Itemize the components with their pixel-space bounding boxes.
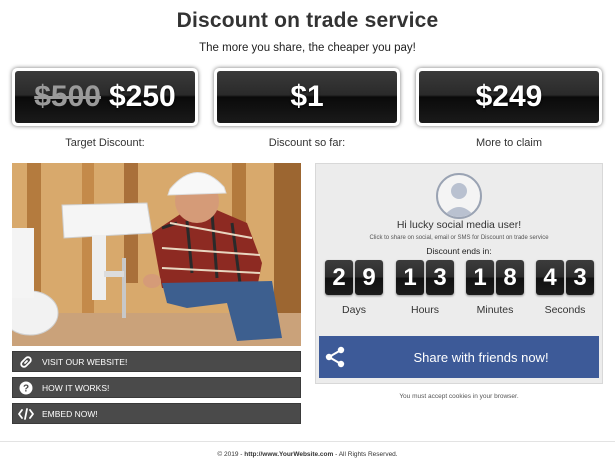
countdown-label: Discount ends in: xyxy=(426,246,492,256)
greeting: Hi lucky social media user! xyxy=(396,219,522,231)
days-label: Days xyxy=(342,304,366,316)
seconds-digit-2: 3 xyxy=(566,260,594,295)
question-icon: ? xyxy=(16,378,36,397)
minutes-label: Minutes xyxy=(476,304,514,316)
footer-url[interactable]: http://www.YourWebsite.com xyxy=(244,451,333,458)
more-to-claim-box: $249 xyxy=(416,68,602,126)
footer: © 2019 - http://www.YourWebsite.com - Al… xyxy=(0,441,615,465)
discount-so-far-box: $1 xyxy=(214,68,400,126)
more-to-claim-label: More to claim xyxy=(475,137,543,149)
minutes-digit-1: 1 xyxy=(466,260,494,295)
target-price: $250 xyxy=(109,80,176,113)
page-title: Discount on trade service xyxy=(176,9,439,32)
discount-so-far-label: Discount so far: xyxy=(268,137,346,149)
hours-digit-2: 3 xyxy=(426,260,454,295)
share-hint: Click to share on social, email or SMS f… xyxy=(369,235,549,241)
how-it-works-label: HOW IT WORKS! xyxy=(42,382,110,393)
target-discount-box: $500 $250 xyxy=(12,68,198,126)
minutes-digit-2: 8 xyxy=(496,260,524,295)
target-discount-label: Target Discount: xyxy=(65,137,145,149)
original-price: $500 xyxy=(34,80,101,113)
visit-website-button[interactable]: VISIT OUR WEBSITE! xyxy=(12,351,301,372)
code-icon xyxy=(16,404,36,423)
link-icon xyxy=(16,352,36,371)
more-to-claim-value: $249 xyxy=(475,80,543,113)
product-photo xyxy=(12,163,301,346)
seconds-digit-1: 4 xyxy=(536,260,564,295)
embed-now-label: EMBED NOW! xyxy=(42,408,98,419)
svg-text:?: ? xyxy=(23,383,29,394)
hours-label: Hours xyxy=(410,304,439,316)
discount-so-far-value: $1 xyxy=(290,80,324,113)
embed-now-button[interactable]: EMBED NOW! xyxy=(12,403,301,424)
footer-prefix: © 2019 - xyxy=(217,451,245,458)
seconds-label: Seconds xyxy=(544,304,586,316)
how-it-works-button[interactable]: ? HOW IT WORKS! xyxy=(12,377,301,398)
days-digit-2: 9 xyxy=(355,260,383,295)
cookie-note: You must accept cookies in your browser. xyxy=(399,393,519,400)
share-icon xyxy=(323,345,347,374)
visit-website-label: VISIT OUR WEBSITE! xyxy=(42,356,128,367)
days-digit-1: 2 xyxy=(325,260,353,295)
footer-suffix: - All Rights Reserved. xyxy=(333,451,398,458)
page-subtitle: The more you share, the cheaper you pay! xyxy=(199,42,416,54)
avatar xyxy=(436,173,482,219)
share-button[interactable]: Share with friends now! xyxy=(319,336,599,378)
share-button-label: Share with friends now! xyxy=(413,349,549,365)
hours-digit-1: 1 xyxy=(396,260,424,295)
